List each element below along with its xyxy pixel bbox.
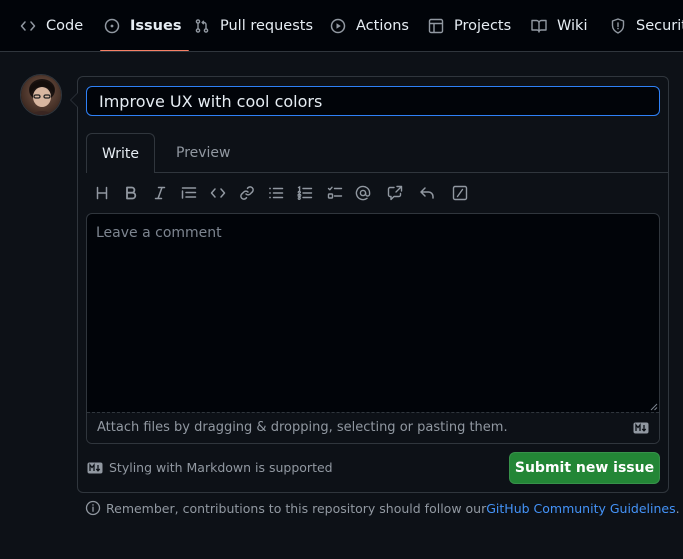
- tab-write[interactable]: Write: [86, 133, 155, 173]
- code-icon[interactable]: [209, 184, 227, 202]
- book-icon: [531, 19, 547, 33]
- code-icon: [20, 21, 36, 31]
- shield-icon: [611, 18, 625, 34]
- tab-security[interactable]: Security: [610, 0, 683, 51]
- avatar-image: [21, 75, 61, 115]
- tab-code-label: Code: [46, 18, 84, 34]
- info-icon: [85, 500, 101, 516]
- numbered-list-icon[interactable]: [296, 184, 314, 202]
- markdown-icon: [87, 462, 103, 473]
- comment-textarea[interactable]: Leave a comment Attach files by dragging…: [86, 213, 660, 444]
- tab-actions[interactable]: Actions: [330, 0, 409, 51]
- quote-icon[interactable]: [180, 184, 198, 202]
- cross-reference-icon[interactable]: [386, 184, 404, 202]
- bold-icon[interactable]: [122, 184, 140, 202]
- resize-handle-icon[interactable]: [650, 403, 658, 411]
- bulleted-list-icon[interactable]: [267, 184, 285, 202]
- reminder-end: .: [675, 500, 680, 516]
- slash-command-icon[interactable]: [451, 184, 469, 202]
- tab-wiki-label: Wiki: [557, 18, 588, 34]
- play-icon: [330, 18, 346, 34]
- tab-projects-label: Projects: [454, 18, 512, 34]
- task-list-icon[interactable]: [326, 184, 344, 202]
- git-pull-request-icon: [195, 19, 209, 33]
- tab-pull-requests-label: Pull requests: [220, 18, 314, 34]
- avatar[interactable]: [20, 74, 62, 116]
- heading-icon[interactable]: [93, 184, 111, 202]
- tab-issues[interactable]: Issues: [99, 0, 190, 51]
- italic-icon[interactable]: [151, 184, 169, 202]
- tab-wiki[interactable]: Wiki: [531, 0, 588, 51]
- link-icon[interactable]: [238, 184, 256, 202]
- tab-actions-label: Actions: [356, 18, 409, 34]
- markdown-note-label: Styling with Markdown is supported: [109, 460, 333, 475]
- composer-caret-fill: [71, 92, 79, 108]
- editor-tabs-divider: [86, 172, 668, 173]
- community-guidelines-link[interactable]: GitHub Community Guidelines: [486, 501, 675, 516]
- markdown-support-note[interactable]: Styling with Markdown is supported: [87, 460, 333, 475]
- issue-title-input[interactable]: [86, 86, 660, 116]
- tab-preview[interactable]: Preview: [176, 133, 231, 173]
- table-icon: [428, 18, 444, 34]
- contribution-reminder: Remember, contributions to this reposito…: [85, 500, 680, 516]
- mention-icon[interactable]: [354, 184, 372, 202]
- tab-projects[interactable]: Projects: [428, 0, 512, 51]
- attach-files-hint: Attach files by dragging & dropping, sel…: [97, 420, 508, 435]
- markdown-icon: [633, 422, 649, 434]
- tab-security-label: Security: [636, 18, 683, 34]
- attach-files-bar[interactable]: Attach files by dragging & dropping, sel…: [87, 412, 659, 443]
- tab-pull-requests[interactable]: Pull requests: [194, 0, 314, 51]
- comment-placeholder: Leave a comment: [96, 225, 222, 241]
- submit-new-issue-button[interactable]: Submit new issue: [509, 452, 660, 484]
- reply-icon[interactable]: [418, 184, 436, 202]
- issue-opened-icon: [104, 18, 120, 34]
- tab-code[interactable]: Code: [20, 0, 84, 51]
- repo-nav: Code Issues Pull requests Actions Projec…: [0, 0, 683, 52]
- reminder-text: Remember, contributions to this reposito…: [106, 500, 487, 516]
- tab-issues-label: Issues: [130, 18, 182, 34]
